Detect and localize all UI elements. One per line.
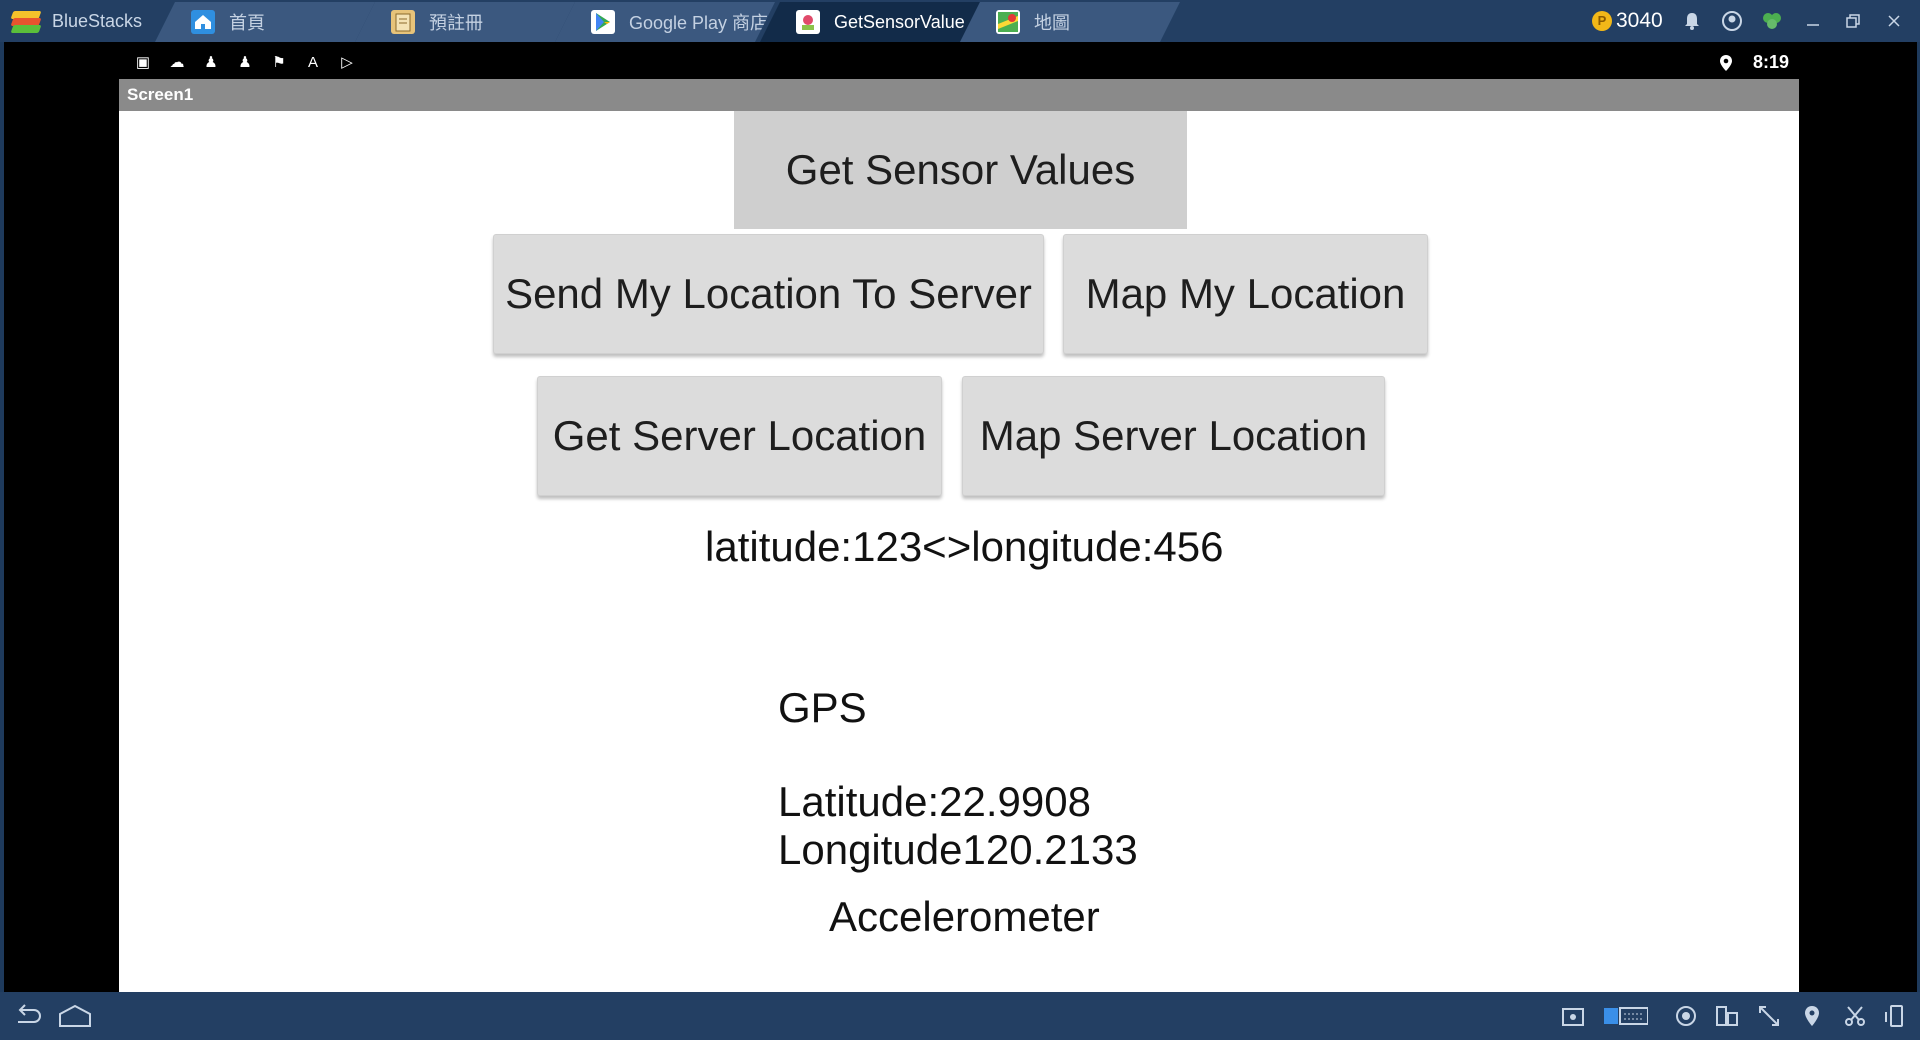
tab-preregister[interactable]: 預註冊 [355,2,575,42]
notepad-icon [391,10,415,34]
tab-home[interactable]: 首頁 [155,2,375,42]
rotate-button[interactable] [1883,1004,1909,1030]
gift-button[interactable] [1761,0,1783,42]
lat-long-label: latitude:123<>longitude:456 [705,523,1224,570]
location-button[interactable] [1799,1004,1825,1030]
tab-label: 首頁 [229,13,265,33]
notifications-button[interactable] [1681,0,1703,42]
flag-notification-icon: ⚑ [272,54,286,71]
gps-label: GPS [778,684,867,731]
maps-icon [996,10,1020,34]
coins-display[interactable]: P 3040 [1592,0,1663,42]
map-my-location-button[interactable]: Map My Location [1063,234,1428,354]
keyboard-button[interactable] [1604,1004,1649,1030]
expand-icon [1759,1006,1779,1026]
close-button[interactable] [1883,0,1905,42]
latitude-label: Latitude:22.9908 [778,778,1091,825]
restore-icon [1842,10,1864,32]
camera-icon [1562,1008,1584,1026]
play-notification-icon: ▷ [341,54,353,71]
back-icon [18,1004,41,1023]
tab-label: GetSensorValue [834,11,965,32]
play-store-icon [591,10,615,34]
title-bar: BlueStacks 首頁 預註冊 Google Play 商店 GetSens… [0,0,1920,42]
target-icon [1676,1006,1696,1026]
account-button[interactable] [1721,0,1743,42]
bluestacks-logo[interactable]: BlueStacks [10,6,142,36]
home-button[interactable] [58,1004,92,1030]
location-icon [1717,54,1735,72]
multi-instance-button[interactable] [1714,1004,1740,1030]
tab-maps[interactable]: 地圖 [960,2,1180,42]
bottom-toolbar [0,992,1920,1040]
send-location-button[interactable]: Send My Location To Server [493,234,1044,354]
coins-value: 3040 [1616,9,1663,32]
tab-getsensorvalue[interactable]: GetSensorValue [760,2,980,42]
minimize-icon [1802,10,1824,32]
tab-label: Google Play 商店 [629,13,769,33]
tab-google-play[interactable]: Google Play 商店 [555,2,775,42]
phone-rotate-icon [1885,1005,1903,1027]
longitude-label: Longitude120.2133 [778,826,1138,873]
photo-notification-icon: ▣ [135,54,151,71]
map-pin-icon [1805,1006,1819,1026]
screenshot-button[interactable] [1560,1004,1586,1030]
scissors-icon [1845,1006,1865,1026]
gift-icon [1761,10,1783,32]
map-server-location-button[interactable]: Map Server Location [962,376,1385,496]
chess-notification-icon: ♟ [204,54,218,71]
tab-label: 地圖 [1034,13,1070,33]
cut-button[interactable] [1842,1004,1868,1030]
bell-icon [1681,10,1703,32]
tab-label: 預註冊 [429,13,483,33]
a-notification-icon: A [307,54,318,71]
bluestacks-logo-icon [10,8,42,34]
minimize-button[interactable] [1802,0,1824,42]
chess-notification-icon: ♟ [238,54,252,71]
coin-icon: P [1592,11,1612,31]
app-screen: Get Sensor Values Send My Location To Se… [119,111,1799,992]
controls-button[interactable] [1673,1004,1699,1030]
screen-title-bar: Screen1 [119,79,1799,111]
app-icon [796,10,820,34]
profile-icon [1721,10,1743,32]
restore-button[interactable] [1842,0,1864,42]
android-status-bar: ▣ ☁ ♟ ♟ ⚑ A ▷ 8:19 [119,47,1799,79]
windows-icon [1716,1006,1738,1026]
fullscreen-button[interactable] [1756,1004,1782,1030]
app-name: BlueStacks [52,10,143,31]
screen-title: Screen1 [127,85,194,104]
get-server-location-button[interactable]: Get Server Location [537,376,942,496]
back-button[interactable] [12,1004,41,1030]
close-icon [1883,10,1905,32]
accelerometer-label: Accelerometer [829,893,1100,940]
cloud-notification-icon: ☁ [169,54,185,71]
home-icon [191,10,215,34]
status-time: 8:19 [1752,52,1789,72]
get-sensor-values-button[interactable]: Get Sensor Values [734,111,1187,229]
home-nav-icon [59,1004,91,1027]
keyboard-icon [1604,1007,1649,1025]
